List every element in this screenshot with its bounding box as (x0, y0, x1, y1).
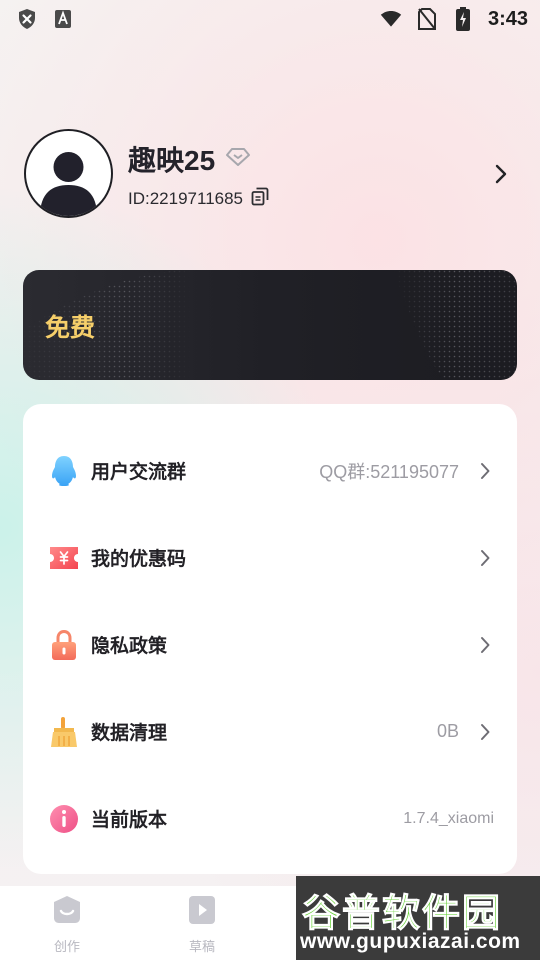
chevron-right-icon (479, 462, 491, 480)
draft-icon (189, 896, 215, 924)
dot-wave-pattern (23, 270, 517, 380)
chevron-right-icon (479, 723, 491, 741)
info-icon (48, 803, 80, 835)
chevron-right-icon (479, 636, 491, 654)
status-time: 3:43 (487, 7, 528, 30)
nav-item-draft[interactable]: 草稿 (167, 894, 237, 956)
copy-icon[interactable] (251, 187, 269, 210)
id-row: ID:2219711685 (128, 187, 269, 210)
status-left (16, 8, 74, 30)
qq-penguin-icon (48, 455, 80, 487)
settings-row-label: 用户交流群 (91, 461, 187, 483)
avatar[interactable] (24, 129, 113, 218)
chevron-right-icon (494, 163, 508, 185)
username: 趣映25 (128, 145, 216, 176)
settings-row-version: 当前版本 1.7.4_xiaomi (23, 775, 517, 862)
coupon-icon (48, 542, 80, 574)
status-bar: 3:43 (0, 0, 540, 38)
user-id: ID:2219711685 (128, 188, 244, 208)
settings-row-label: 当前版本 (91, 809, 168, 831)
shield-x-icon (16, 8, 38, 30)
lock-icon (48, 629, 80, 661)
broom-icon (48, 716, 80, 748)
font-a-icon (52, 8, 74, 30)
settings-row-data-clean[interactable]: 数据清理 0B (23, 688, 517, 775)
nav-item-create[interactable]: 创作 (32, 894, 102, 956)
vip-card[interactable]: 免费 (23, 270, 517, 380)
chevron-right-icon (479, 549, 491, 567)
settings-row-value: QQ群:521195077 (319, 461, 459, 482)
no-sim-icon (416, 8, 438, 30)
default-avatar-icon (40, 152, 97, 216)
battery-charging-icon (452, 7, 474, 31)
settings-row-coupon[interactable]: 我的优惠码 (23, 514, 517, 601)
nav-label: 草稿 (188, 940, 215, 955)
profile-header[interactable]: 趣映25 ID:2219711685 (24, 129, 516, 219)
settings-row-value: 1.7.4_xiaomi (403, 809, 494, 827)
vip-label: 免费 (45, 313, 96, 342)
status-right: 3:43 (380, 7, 528, 31)
settings-row-label: 数据清理 (91, 722, 168, 744)
create-icon (54, 896, 80, 923)
username-row: 趣映25 (128, 139, 251, 179)
diamond-badge-icon (225, 147, 251, 171)
settings-row-label: 我的优惠码 (91, 548, 187, 570)
settings-row-value: 0B (436, 721, 459, 741)
settings-row-user-group[interactable]: 用户交流群 QQ群:521195077 (23, 427, 517, 514)
settings-row-privacy[interactable]: 隐私政策 (23, 601, 517, 688)
watermark: 谷普软件园 www.gupuxiazai.com (296, 876, 540, 960)
watermark-title: 谷普软件园 (301, 891, 503, 936)
page: 3:43 趣映25 ID:2219711685 免费 用户交流群 QQ群:521… (0, 0, 540, 960)
watermark-url: www.gupuxiazai.com (300, 930, 521, 953)
nav-label: 创作 (53, 940, 80, 955)
settings-row-label: 隐私政策 (91, 635, 168, 657)
settings-panel: 用户交流群 QQ群:521195077 我的优惠码 隐私政策 数据清理 0B 当… (23, 404, 517, 874)
wifi-icon (380, 8, 402, 30)
